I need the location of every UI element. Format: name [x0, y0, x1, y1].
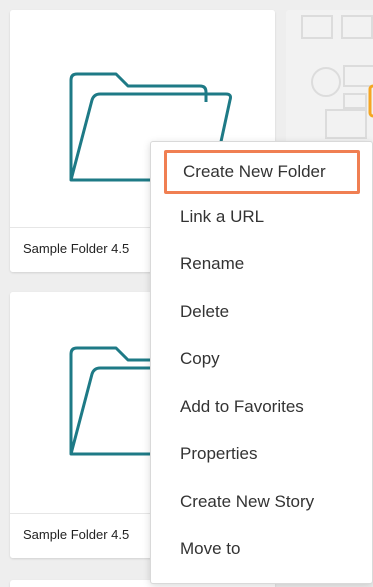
- menu-item-delete[interactable]: Delete: [151, 290, 372, 334]
- folder-name: Sample Folder 4.5: [23, 241, 130, 256]
- dashboard-thumbnail-icon: [301, 15, 373, 139]
- menu-item-copy[interactable]: Copy: [151, 337, 372, 381]
- menu-item-create-new-story[interactable]: Create New Story: [151, 480, 372, 524]
- menu-item-add-to-favorites[interactable]: Add to Favorites: [151, 385, 372, 429]
- menu-item-link-a-url[interactable]: Link a URL: [151, 195, 372, 239]
- menu-item-create-new-folder[interactable]: Create New Folder: [164, 150, 360, 194]
- menu-item-move-to[interactable]: Move to: [151, 527, 372, 571]
- menu-item-rename[interactable]: Rename: [151, 242, 372, 286]
- context-menu: Create New Folder Link a URL Rename Dele…: [150, 141, 373, 584]
- folder-name: Sample Folder 4.5: [23, 527, 130, 542]
- folder-grid-view: Sample Folder 4.5 Sample Folder 4.5 Crea…: [0, 0, 373, 587]
- menu-item-properties[interactable]: Properties: [151, 432, 372, 476]
